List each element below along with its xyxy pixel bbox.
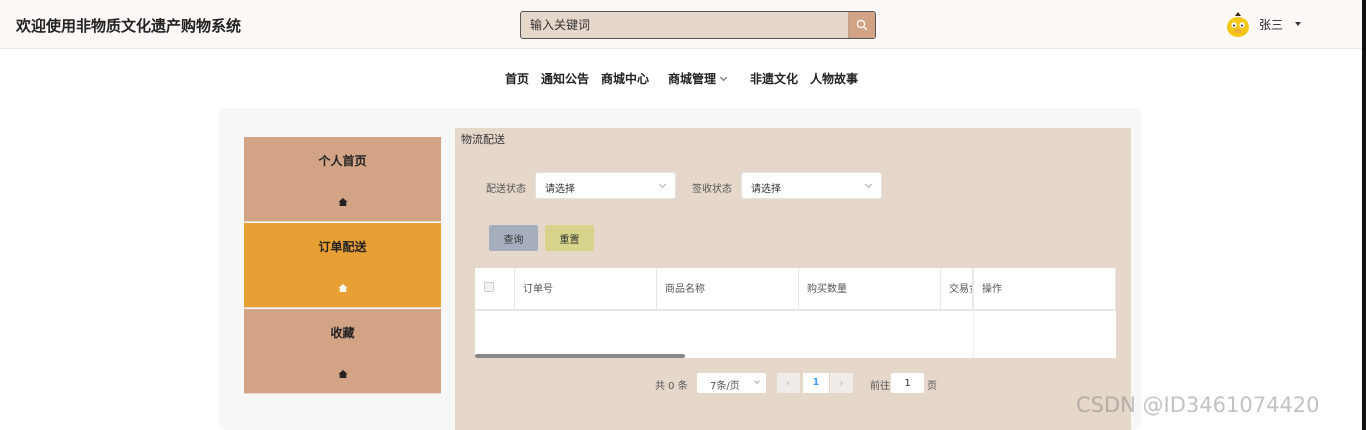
column-product-name[interactable]: 商品名称 (657, 268, 799, 311)
watermark: CSDN @ID3461074420 (1076, 393, 1320, 417)
page-title: 物流配送 (461, 133, 505, 146)
column-actions: 操作 (973, 268, 1116, 311)
header: 欢迎使用非物质文化遗产购物系统 张三 (0, 0, 1366, 49)
total-count: 共 0 条 (655, 381, 688, 392)
chevron-down-icon (754, 378, 760, 384)
nav-item-mall-center[interactable]: 商城中心 (601, 70, 649, 87)
table-horizontal-scrollbar[interactable] (475, 354, 685, 358)
avatar[interactable] (1225, 10, 1251, 38)
home-icon (338, 198, 348, 206)
sign-status-label: 签收状态 (692, 184, 732, 195)
chevron-left-icon: ‹ (786, 377, 791, 389)
column-order-no[interactable]: 订单号 (515, 268, 657, 311)
next-page-button[interactable]: › (830, 373, 853, 393)
table-header: 订单号 商品名称 购买数量 交易金额 操作 (475, 268, 1116, 311)
nav-item-heritage-culture[interactable]: 非遗文化 (750, 70, 798, 87)
select-all-checkbox[interactable] (484, 282, 494, 292)
search-input[interactable] (521, 12, 849, 38)
chevron-down-icon (719, 73, 728, 82)
main-nav: 首页 通知公告 商城中心 商城管理 非遗文化 人物故事 (0, 70, 1366, 88)
select-all-column (475, 268, 515, 311)
delivery-status-label: 配送状态 (486, 184, 526, 195)
nav-item-home[interactable]: 首页 (505, 70, 529, 87)
home-icon (338, 370, 348, 378)
delivery-status-value: 请选择 (545, 184, 575, 195)
page-number-current[interactable]: 1 (803, 373, 829, 393)
home-icon (338, 284, 348, 292)
sign-status-select[interactable]: 请选择 (741, 172, 882, 199)
duck-avatar-icon (1227, 12, 1249, 37)
sidebar-item-label: 个人首页 (318, 154, 367, 168)
chevron-right-icon: › (839, 377, 844, 389)
sidebar-item-favorites[interactable]: 收藏 (244, 309, 441, 394)
search-button[interactable] (848, 12, 875, 38)
nav-item-mall-manage-label: 商城管理 (668, 72, 717, 86)
user-menu[interactable]: 张三 (1225, 9, 1302, 39)
sign-status-value: 请选择 (751, 184, 781, 195)
table-divider (973, 311, 974, 358)
window-edge (1362, 0, 1366, 430)
sidebar-item-label: 订单配送 (318, 240, 367, 254)
page-size-select[interactable]: 7条/页 (697, 373, 766, 393)
goto-page-input[interactable] (891, 373, 924, 393)
site-title: 欢迎使用非物质文化遗产购物系统 (16, 17, 242, 35)
page-suffix: 页 (927, 381, 937, 392)
chevron-down-icon (864, 180, 873, 189)
nav-item-mall-manage[interactable]: 商城管理 (668, 70, 728, 87)
chevron-down-icon (658, 180, 667, 189)
delivery-status-select[interactable]: 请选择 (535, 172, 676, 199)
prev-page-button[interactable]: ‹ (777, 373, 800, 393)
search-icon (856, 19, 868, 31)
order-table: 订单号 商品名称 购买数量 交易金额 操作 (475, 268, 1116, 358)
page-size-value: 7条/页 (710, 381, 740, 392)
search-box (520, 11, 876, 39)
user-name[interactable]: 张三 (1259, 16, 1283, 33)
column-amount[interactable]: 交易金额 (941, 268, 973, 311)
query-button[interactable]: 查询 (489, 225, 538, 251)
reset-button[interactable]: 重置 (545, 225, 594, 251)
sidebar-item-personal-home[interactable]: 个人首页 (244, 137, 441, 222)
nav-item-notice[interactable]: 通知公告 (541, 70, 589, 87)
sidebar-item-label: 收藏 (330, 326, 355, 340)
sidebar-item-order-delivery[interactable]: 订单配送 (244, 223, 441, 308)
caret-down-icon[interactable] (1295, 22, 1302, 26)
nav-item-person-stories[interactable]: 人物故事 (810, 70, 858, 87)
goto-label: 前往 (870, 381, 890, 392)
column-quantity[interactable]: 购买数量 (799, 268, 941, 311)
content-panel: 物流配送 配送状态 请选择 签收状态 请选择 查询 重置 订单号 商品名称 购买… (455, 128, 1131, 430)
